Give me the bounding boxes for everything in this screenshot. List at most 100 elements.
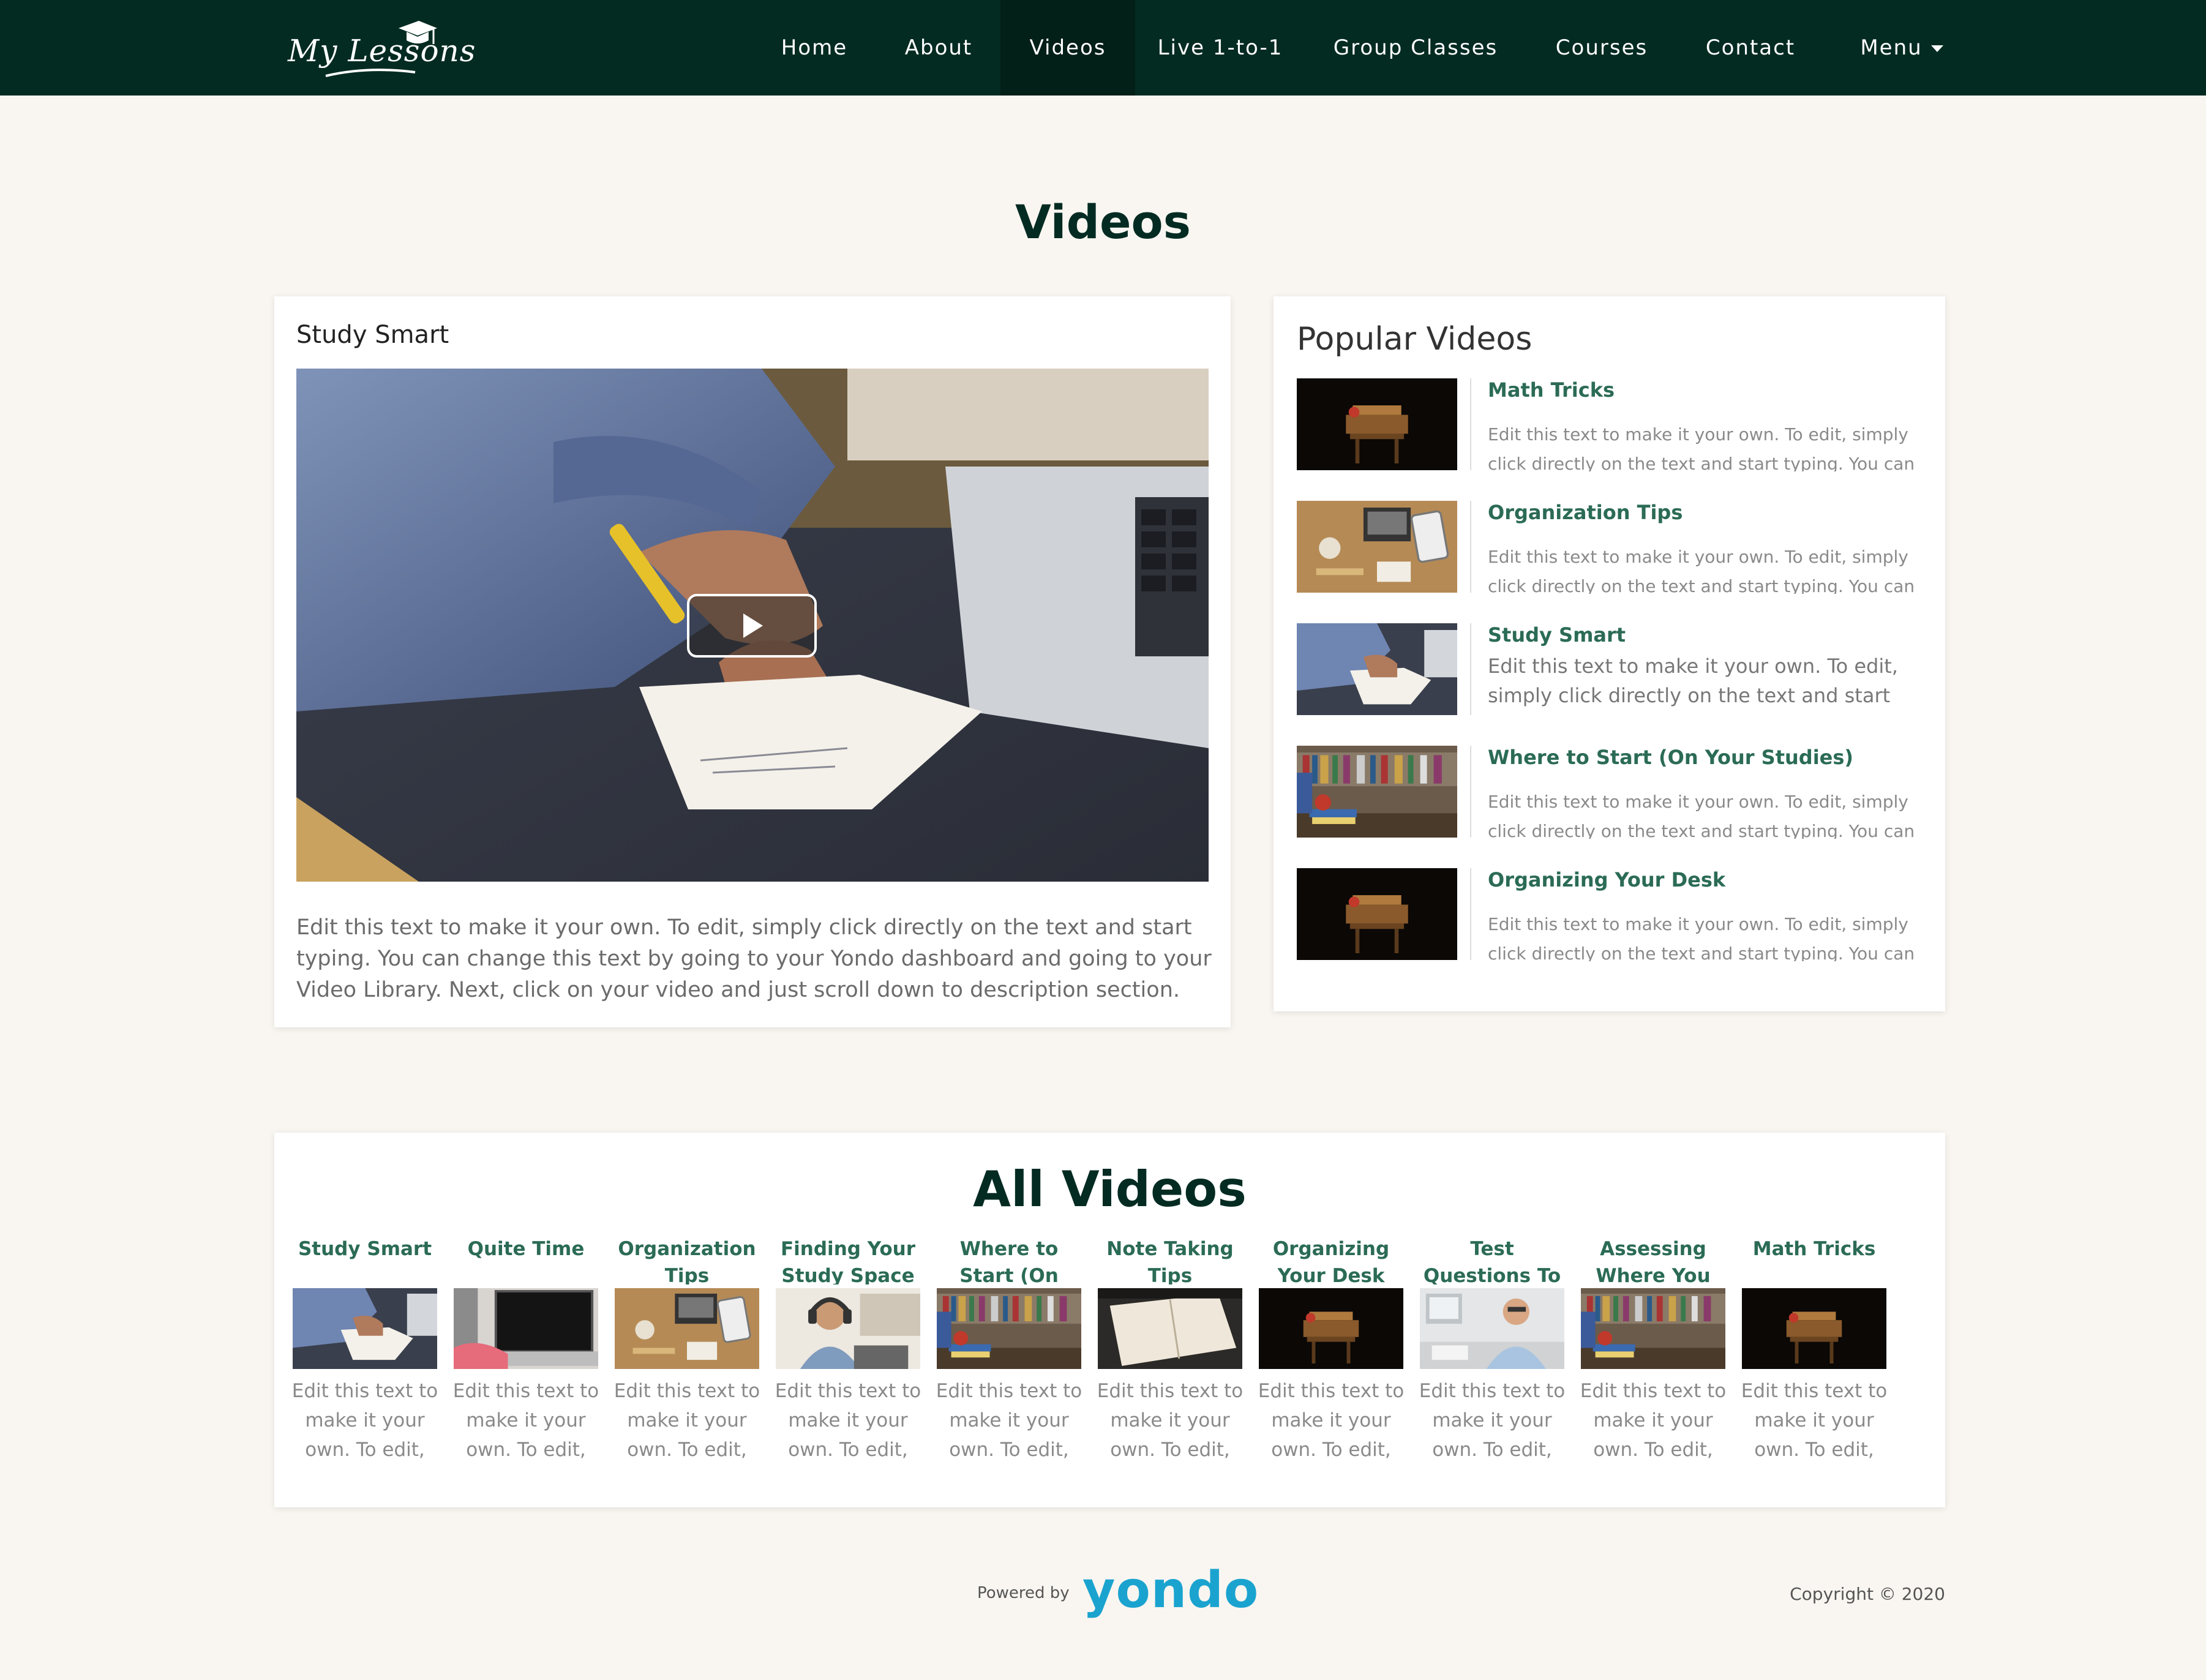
thumbnail-image [615, 1288, 759, 1369]
divider [1470, 868, 1471, 960]
nav-videos[interactable]: Videos [1000, 0, 1135, 96]
popular-video-item[interactable]: Organization Tips Edit this text to make… [1297, 501, 1927, 594]
nav-menu-dropdown[interactable]: Menu [1840, 0, 1963, 96]
thumbnail-image [1297, 378, 1457, 470]
video-thumbnail[interactable] [293, 1288, 437, 1369]
video-thumbnail[interactable] [1098, 1288, 1242, 1369]
popular-video-title[interactable]: Organization Tips [1488, 501, 1683, 524]
video-tile[interactable]: Where to Start (On Your... Edit this tex… [936, 1236, 1082, 1464]
thumbnail-image [1297, 868, 1457, 960]
powered-by-label: Powered by [977, 1584, 1070, 1602]
main-menu: Home About Videos Live 1-to-1 Group Clas… [0, 0, 2206, 96]
popular-video-title[interactable]: Where to Start (On Your Studies) [1488, 746, 1853, 769]
nav-group-classes[interactable]: Group Classes [1319, 0, 1512, 96]
video-tile[interactable]: Note Taking Tips Edit this text to make … [1097, 1236, 1244, 1464]
video-thumbnail[interactable] [1420, 1288, 1564, 1369]
thumbnail-image [1297, 501, 1457, 593]
video-tile-title[interactable]: Quite Time [452, 1236, 599, 1284]
video-thumbnail[interactable] [1297, 501, 1457, 593]
video-tile-title[interactable]: Finding Your Study Space [775, 1236, 921, 1284]
video-tile[interactable]: Study Smart Edit this text to make it yo… [291, 1236, 438, 1464]
video-thumbnail[interactable] [1297, 868, 1457, 960]
copyright-text: Copyright © 2020 [1790, 1584, 1945, 1604]
video-thumbnail[interactable] [776, 1288, 920, 1369]
all-videos-card: All Videos Study Smart Edit this text to… [274, 1133, 1945, 1507]
divider [1470, 501, 1471, 593]
featured-video-description: Edit this text to make it your own. To e… [296, 915, 1212, 1002]
thumbnail-image [1259, 1288, 1403, 1369]
popular-video-description: Edit this text to make it your own. To e… [1488, 424, 1915, 471]
thumbnail-image [1098, 1288, 1242, 1369]
video-tile-title[interactable]: Test Questions To Look Out... [1419, 1236, 1566, 1284]
popular-video-description: Edit this text to make it your own. To e… [1488, 914, 1915, 961]
video-tile-description: Edit this text to make it your own. To e… [1419, 1380, 1566, 1461]
thumbnail-image [454, 1288, 598, 1369]
popular-video-item[interactable]: Organizing Your Desk Edit this text to m… [1297, 868, 1927, 961]
play-icon [743, 613, 763, 638]
divider [1470, 378, 1471, 470]
popular-video-description: Edit this text to make it your own. To e… [1488, 547, 1915, 594]
popular-video-item[interactable]: Study Smart Edit this text to make it yo… [1297, 623, 1927, 715]
top-nav: My Lessons Home About Videos Live 1-to-1… [0, 0, 2206, 96]
video-tile-description: Edit this text to make it your own. To e… [936, 1380, 1082, 1461]
thumbnail-image [1581, 1288, 1725, 1369]
video-tile-description: Edit this text to make it your own. To e… [1741, 1380, 1888, 1461]
video-tile-title[interactable]: Assessing Where You Are [1580, 1236, 1727, 1284]
thumbnail-image [1297, 746, 1457, 838]
video-tile-title[interactable]: Organization Tips [613, 1236, 760, 1284]
popular-video-item[interactable]: Where to Start (On Your Studies) Edit th… [1297, 746, 1927, 839]
caret-down-icon [1930, 45, 1943, 52]
video-tile-description: Edit this text to make it your own. To e… [452, 1380, 599, 1461]
video-tile[interactable]: Assessing Where You Are Edit this text t… [1580, 1236, 1727, 1464]
page-title: Videos [1015, 195, 1191, 249]
popular-video-description: Edit this text to make it your own. To e… [1488, 792, 1915, 839]
popular-video-title[interactable]: Study Smart [1488, 623, 1626, 647]
featured-video-card: Study Smart Edit this text to make it yo… [274, 296, 1231, 1027]
popular-video-title[interactable]: Math Tricks [1488, 378, 1615, 402]
popular-video-title[interactable]: Organizing Your Desk [1488, 868, 1725, 891]
video-tile-title[interactable]: Organizing Your Desk [1258, 1236, 1405, 1284]
video-tile-description: Edit this text to make it your own. To e… [1258, 1380, 1405, 1461]
video-tile-description: Edit this text to make it your own. To e… [291, 1380, 438, 1461]
video-thumbnail[interactable] [1297, 746, 1457, 838]
video-tile[interactable]: Test Questions To Look Out... Edit this … [1419, 1236, 1566, 1464]
thumbnail-image [293, 1288, 437, 1369]
video-thumbnail[interactable] [1297, 378, 1457, 470]
video-tile-title[interactable]: Math Tricks [1741, 1236, 1888, 1284]
video-tile-description: Edit this text to make it your own. To e… [613, 1380, 760, 1461]
yondo-logo[interactable]: yondo [1082, 1561, 1259, 1619]
video-thumbnail[interactable] [937, 1288, 1081, 1369]
nav-menu-label: Menu [1860, 36, 1923, 60]
video-tile[interactable]: Organizing Your Desk Edit this text to m… [1258, 1236, 1405, 1464]
thumbnail-image [776, 1288, 920, 1369]
popular-video-description: Edit this text to make it your own. To e… [1488, 654, 1898, 707]
nav-live-1-to-1[interactable]: Live 1-to-1 [1151, 0, 1289, 96]
video-tile-description: Edit this text to make it your own. To e… [1580, 1380, 1727, 1461]
popular-video-item[interactable]: Math Tricks Edit this text to make it yo… [1297, 378, 1927, 471]
video-thumbnail[interactable] [1742, 1288, 1886, 1369]
featured-video-title: Study Smart [296, 321, 449, 349]
video-thumbnail[interactable] [1259, 1288, 1403, 1369]
video-thumbnail[interactable] [1297, 623, 1457, 715]
thumbnail-image [1742, 1288, 1886, 1369]
nav-about[interactable]: About [880, 0, 997, 96]
video-tile-title[interactable]: Study Smart [291, 1236, 438, 1284]
thumbnail-image [1297, 623, 1457, 715]
video-tile-description: Edit this text to make it your own. To e… [1097, 1380, 1244, 1461]
nav-home[interactable]: Home [767, 0, 862, 96]
video-thumbnail[interactable] [454, 1288, 598, 1369]
video-tile[interactable]: Math Tricks Edit this text to make it yo… [1741, 1236, 1888, 1464]
video-thumbnail[interactable] [1581, 1288, 1725, 1369]
video-tile-title[interactable]: Note Taking Tips [1097, 1236, 1244, 1284]
video-tile-title[interactable]: Where to Start (On Your... [936, 1236, 1082, 1284]
featured-video-player[interactable] [296, 369, 1209, 882]
popular-videos-card: Popular Videos Math Tricks Edit this tex… [1274, 296, 1945, 1011]
nav-courses[interactable]: Courses [1543, 0, 1660, 96]
video-tile[interactable]: Finding Your Study Space Edit this text … [775, 1236, 921, 1464]
divider [1470, 746, 1471, 838]
video-tile[interactable]: Quite Time Edit this text to make it you… [452, 1236, 599, 1464]
video-thumbnail[interactable] [615, 1288, 759, 1369]
video-tile[interactable]: Organization Tips Edit this text to make… [613, 1236, 760, 1464]
play-button[interactable] [687, 594, 817, 658]
nav-contact[interactable]: Contact [1691, 0, 1810, 96]
